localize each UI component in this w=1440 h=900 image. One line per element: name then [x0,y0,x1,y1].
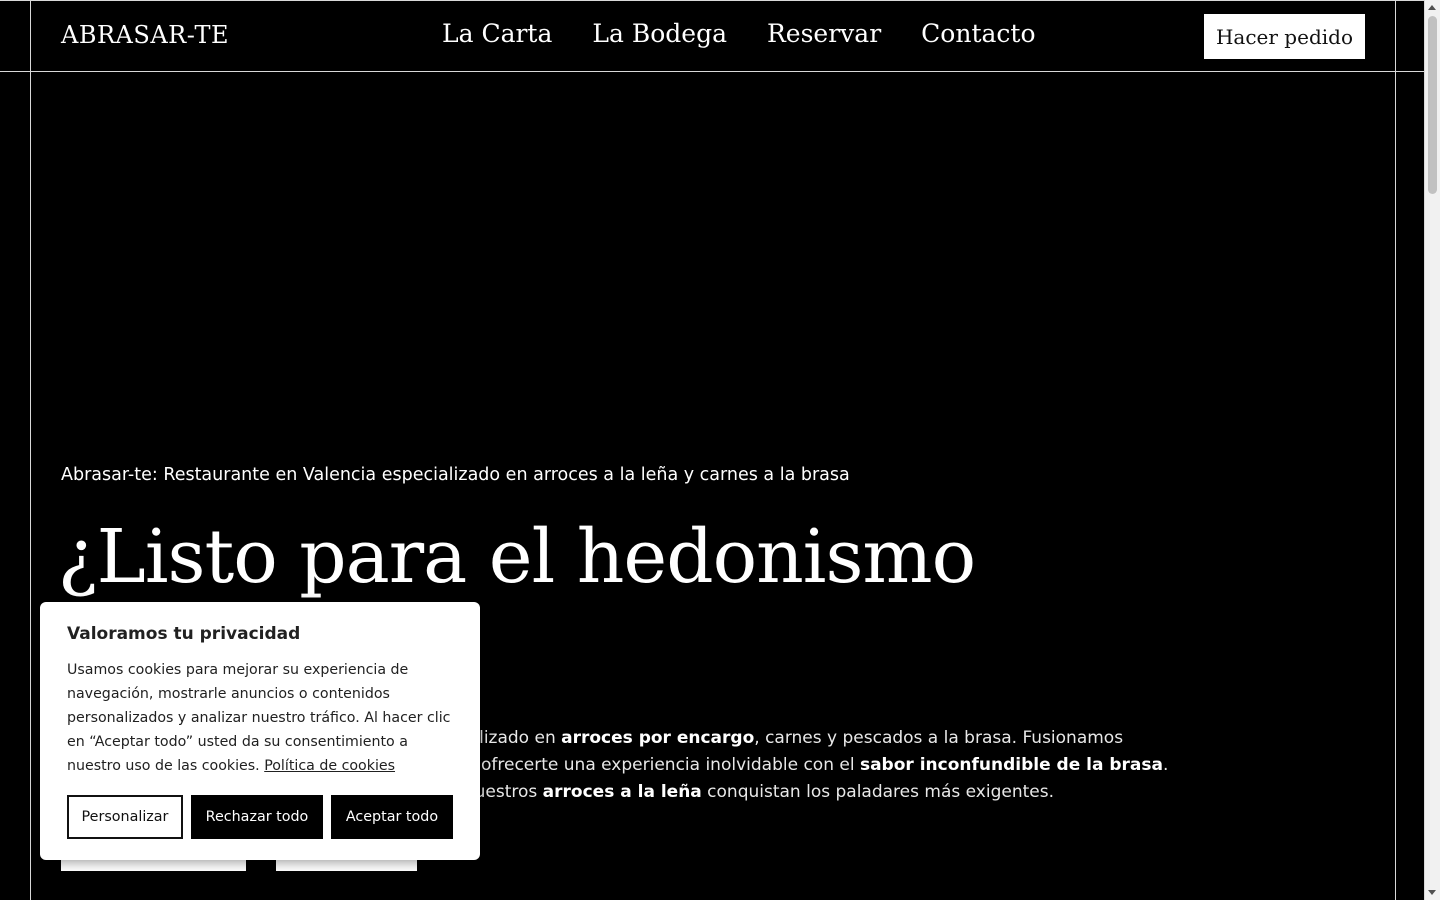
hero-desc-text-4: conquistan los paladares más exigentes. [701,782,1054,802]
nav-link-la-carta[interactable]: La Carta [442,19,552,48]
header-divider [0,71,1425,72]
site-header: ABRASAR-TE La Carta La Bodega Reservar C… [0,0,1424,71]
hero-desc-bold-1: arroces por encargo [561,728,755,748]
scroll-up-arrow-icon[interactable] [1428,5,1436,10]
cookie-title: Valoramos tu privacidad [67,624,301,644]
nav-link-la-bodega[interactable]: La Bodega [592,19,727,48]
page: ABRASAR-TE La Carta La Bodega Reservar C… [0,0,1440,900]
hero-subtitle: Abrasar-te: Restaurante en Valencia espe… [61,465,850,485]
frame-line-right [1395,0,1396,900]
site-logo[interactable]: ABRASAR-TE [61,21,229,49]
frame-line-left [30,0,31,900]
hero-desc-bold-2: sabor inconfundible de la brasa [859,755,1163,775]
customize-cookies-button[interactable]: Personalizar [67,795,183,839]
cookie-text: Usamos cookies para mejorar su experienc… [67,658,457,778]
nav-link-contacto[interactable]: Contacto [921,19,1035,48]
hero-desc-bold-3: arroces a la leña [542,782,702,802]
reject-all-button[interactable]: Rechazar todo [191,795,323,839]
cookie-policy-link[interactable]: Política de cookies [264,758,395,774]
order-button[interactable]: Hacer pedido [1204,14,1365,59]
scroll-down-arrow-icon[interactable] [1428,890,1436,895]
accept-all-button[interactable]: Aceptar todo [331,795,453,839]
scrollbar-thumb[interactable] [1428,16,1437,194]
nav-link-reservar[interactable]: Reservar [767,19,881,48]
cookie-consent-banner: Valoramos tu privacidad Usamos cookies p… [40,602,480,860]
main-nav: La Carta La Bodega Reservar Contacto [442,19,1036,48]
page-scrollbar[interactable] [1425,0,1440,900]
